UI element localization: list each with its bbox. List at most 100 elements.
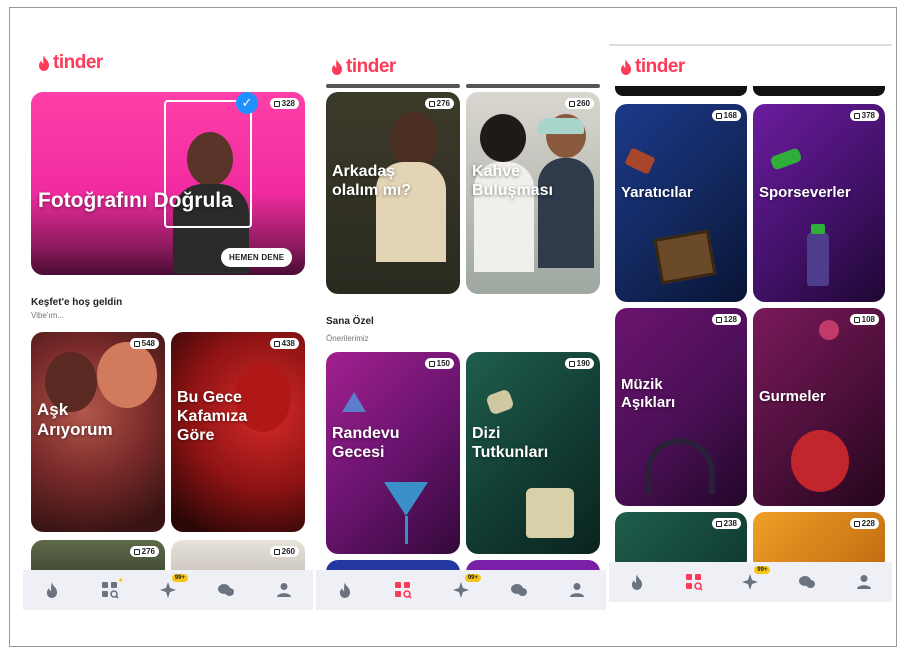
card-ask-ariyorum[interactable]: 548 Aşk Arıyorum bbox=[31, 332, 165, 532]
popcorn-shape bbox=[526, 488, 574, 538]
member-count-badge: 378 bbox=[849, 110, 879, 121]
scroll-edge bbox=[466, 84, 600, 88]
bottom-nav: ✦ 99+ bbox=[23, 570, 313, 610]
scroll-edge bbox=[615, 86, 747, 96]
profile-icon[interactable] bbox=[565, 578, 589, 602]
try-now-button[interactable]: HEMEN DENE bbox=[221, 248, 293, 267]
headphones-shape bbox=[645, 438, 715, 494]
card-muzik-asiklari[interactable]: 128 Müzik Aşıkları bbox=[615, 308, 747, 506]
panel-special-for-you: tinder 276 Arkadaş olalım mı? 260 Kahve … bbox=[316, 8, 606, 618]
panel-interests: tinder 168 Yaratıcılar 378 Sporseverler … bbox=[609, 8, 892, 618]
bottom-nav: 99+ bbox=[609, 562, 892, 602]
glass-stem bbox=[405, 516, 408, 544]
bottom-nav: 99+ bbox=[316, 570, 606, 610]
chat-bubbles-icon[interactable] bbox=[214, 578, 238, 602]
person-silhouette bbox=[390, 112, 438, 168]
explore-grid-icon[interactable] bbox=[682, 570, 706, 594]
card-title: Dizi Tutkunları bbox=[472, 425, 549, 462]
beanie-shape bbox=[538, 118, 584, 134]
card-title: Müzik Aşıkları bbox=[621, 376, 676, 411]
section-subtitle: Vibe'ım... bbox=[31, 311, 64, 320]
chat-bubbles-icon[interactable] bbox=[507, 578, 531, 602]
tomato-shape bbox=[791, 430, 849, 492]
card-title: Bu Gece Kafamıza Göre bbox=[177, 389, 248, 445]
flame-icon[interactable] bbox=[333, 578, 357, 602]
scroll-edge bbox=[326, 84, 460, 88]
flame-icon[interactable] bbox=[40, 578, 64, 602]
sparkle-icon[interactable]: 99+ bbox=[738, 566, 771, 594]
logo-text: tinder bbox=[53, 52, 103, 73]
tinder-flame-icon bbox=[39, 55, 49, 71]
notification-badge: 99+ bbox=[171, 574, 188, 582]
brush-shape bbox=[624, 147, 656, 175]
flame-icon[interactable] bbox=[625, 570, 649, 594]
blue-check-icon: ✓ bbox=[236, 92, 258, 114]
section-title: Keşfet'e hoş geldin bbox=[31, 297, 123, 308]
divider-line bbox=[609, 44, 892, 46]
chat-bubbles-icon[interactable] bbox=[795, 570, 819, 594]
card-title: Aşk Arıyorum bbox=[37, 400, 113, 440]
card-title: Yaratıcılar bbox=[621, 184, 693, 201]
profile-icon[interactable] bbox=[272, 578, 296, 602]
explore-grid-icon[interactable] bbox=[391, 578, 415, 602]
fruit-shape bbox=[819, 320, 839, 340]
section-subtitle: Önerilerimiz bbox=[326, 334, 369, 343]
card-arkadas-olalim-mi[interactable]: 276 Arkadaş olalım mı? bbox=[326, 92, 460, 294]
notification-badge: 99+ bbox=[464, 574, 481, 582]
member-count-badge: 548 bbox=[129, 338, 159, 349]
person-silhouette bbox=[97, 342, 157, 408]
member-count-badge: 260 bbox=[269, 546, 299, 557]
section-title: Sana Özel bbox=[326, 316, 374, 327]
bottle-shape bbox=[807, 232, 829, 286]
card-title: Sporseverler bbox=[759, 184, 851, 201]
logo-text: tinder bbox=[346, 56, 396, 77]
member-count-badge: 168 bbox=[711, 110, 741, 121]
tinder-logo: tinder bbox=[330, 56, 396, 78]
card-title: Kahve Buluşması bbox=[472, 163, 553, 200]
member-count-badge: 150 bbox=[424, 358, 454, 369]
card-title: Gurmeler bbox=[759, 388, 826, 405]
card-randevu-gecesi[interactable]: 150 Randevu Gecesi bbox=[326, 352, 460, 554]
explore-grid-icon[interactable]: ✦ bbox=[98, 576, 124, 602]
member-count-badge: 108 bbox=[849, 314, 879, 325]
tinder-logo: tinder bbox=[619, 56, 685, 78]
member-count-badge: 328 bbox=[269, 98, 299, 109]
triangle-shape bbox=[342, 392, 366, 412]
member-count-badge: 276 bbox=[424, 98, 454, 109]
member-count-badge: 228 bbox=[849, 518, 879, 529]
profile-icon[interactable] bbox=[852, 570, 876, 594]
painting-frame-shape bbox=[653, 229, 717, 285]
scroll-edge bbox=[753, 86, 885, 96]
member-count-badge: 238 bbox=[711, 518, 741, 529]
logo-text: tinder bbox=[635, 56, 685, 77]
cocktail-glass-shape bbox=[384, 482, 428, 516]
tinder-logo: tinder bbox=[37, 52, 103, 74]
tinder-flame-icon bbox=[332, 59, 342, 75]
tinder-flame-icon bbox=[621, 59, 631, 75]
sparkle-dot-icon: ✦ bbox=[117, 576, 124, 585]
screenshot-frame: tinder ✓ 328 Fotoğrafını Doğrula HEMEN D… bbox=[9, 7, 897, 647]
member-count-badge: 260 bbox=[564, 98, 594, 109]
sparkle-icon[interactable]: 99+ bbox=[449, 574, 481, 602]
panel-discover-home: tinder ✓ 328 Fotoğrafını Doğrula HEMEN D… bbox=[23, 8, 313, 618]
member-count-badge: 190 bbox=[564, 358, 594, 369]
notification-badge: 99+ bbox=[754, 566, 771, 574]
card-dizi-tutkunlari[interactable]: 190 Dizi Tutkunları bbox=[466, 352, 600, 554]
member-count-badge: 276 bbox=[129, 546, 159, 557]
member-count-badge: 438 bbox=[269, 338, 299, 349]
bottle-cap bbox=[811, 224, 825, 234]
verify-photo-card[interactable]: ✓ 328 Fotoğrafını Doğrula HEMEN DENE bbox=[31, 92, 305, 275]
dumbbell-shape bbox=[769, 147, 803, 171]
card-gurmeler[interactable]: 108 Gurmeler bbox=[753, 308, 885, 506]
card-kahve-bulusmasi[interactable]: 260 Kahve Buluşması bbox=[466, 92, 600, 294]
member-count-badge: 128 bbox=[711, 314, 741, 325]
person-silhouette bbox=[480, 114, 526, 162]
card-sporseverler[interactable]: 378 Sporseverler bbox=[753, 104, 885, 302]
card-yaraticilar[interactable]: 168 Yaratıcılar bbox=[615, 104, 747, 302]
hero-title: Fotoğrafını Doğrula bbox=[38, 189, 233, 212]
popcorn-shape bbox=[485, 388, 515, 416]
sparkle-icon[interactable]: 99+ bbox=[156, 574, 188, 602]
card-bu-gece[interactable]: 438 Bu Gece Kafamıza Göre bbox=[171, 332, 305, 532]
card-title: Arkadaş olalım mı? bbox=[332, 163, 412, 200]
card-title: Randevu Gecesi bbox=[332, 425, 400, 462]
